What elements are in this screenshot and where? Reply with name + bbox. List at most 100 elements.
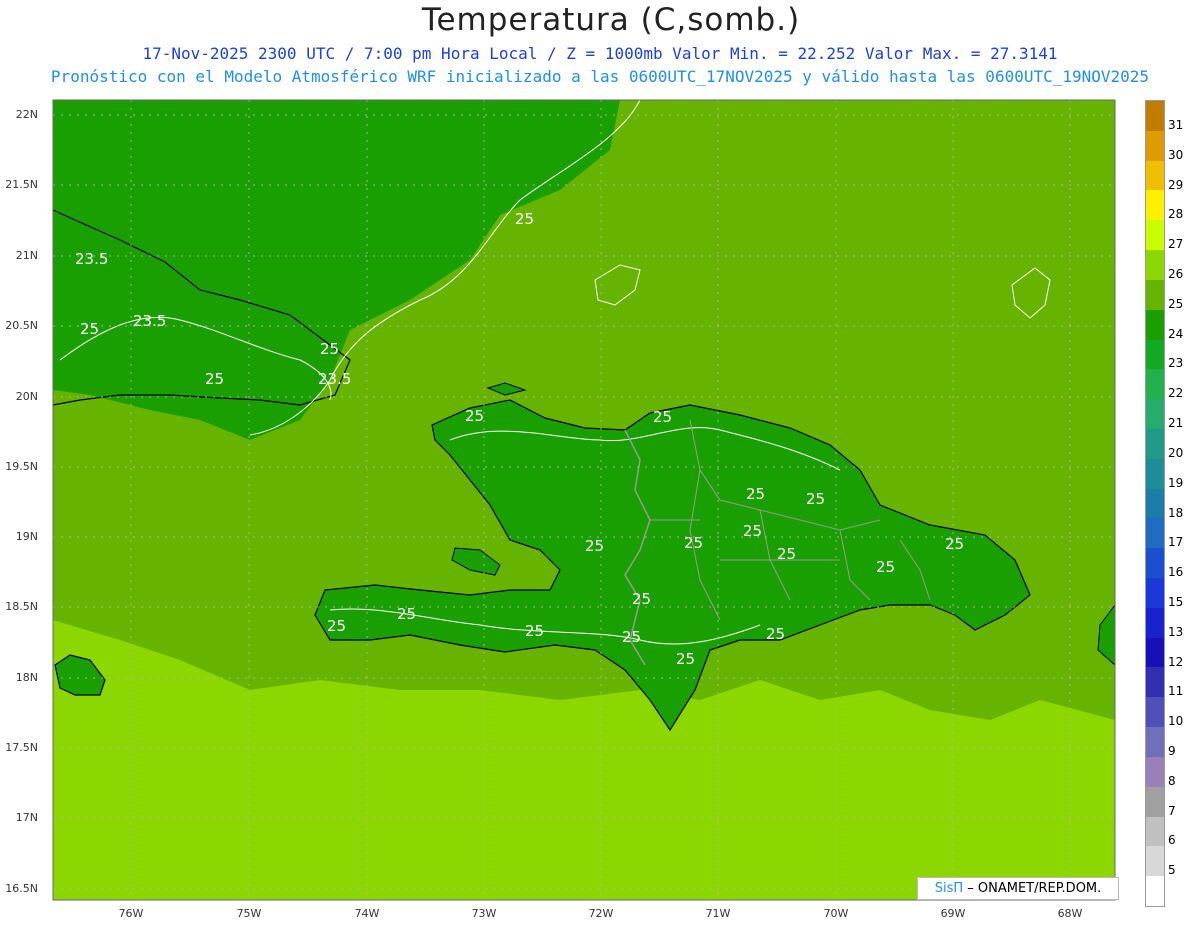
colorbar-label: 21 bbox=[1168, 416, 1184, 431]
colorbar-cell bbox=[1146, 846, 1164, 877]
colorbar-cell bbox=[1146, 607, 1164, 639]
latitude-label: 22N bbox=[15, 108, 38, 121]
colorbar-label: 11 bbox=[1168, 684, 1184, 699]
contour-label: 25 bbox=[684, 534, 704, 552]
longitude-label: 76W bbox=[118, 907, 144, 920]
colorbar-label: 13 bbox=[1168, 624, 1184, 639]
colorbar-cell bbox=[1146, 279, 1164, 311]
colorbar-cell bbox=[1146, 518, 1164, 549]
longitude-label: 71W bbox=[705, 907, 731, 920]
longitude-label: 69W bbox=[940, 907, 966, 920]
contour-label: 25 bbox=[205, 370, 225, 388]
latitude-label: 19.5N bbox=[5, 460, 38, 473]
longitude-label: 70W bbox=[823, 907, 849, 920]
colorbar-cell bbox=[1146, 220, 1164, 251]
credit-text: – ONAMET/REP.DOM. bbox=[963, 881, 1102, 896]
contour-label: 25 bbox=[632, 590, 652, 608]
latitude-label: 18N bbox=[15, 671, 38, 684]
colorbar-cell bbox=[1146, 756, 1164, 788]
colorbar-label: 25 bbox=[1168, 296, 1184, 311]
contour-label: 23.5 bbox=[75, 250, 109, 268]
latitude-label: 21N bbox=[15, 249, 38, 262]
contour-label: 25 bbox=[876, 558, 896, 576]
contour-label: 25 bbox=[806, 490, 826, 508]
colorbar-cell bbox=[1146, 399, 1164, 430]
colorbar-cell bbox=[1146, 488, 1164, 519]
contour-label: 25 bbox=[80, 320, 100, 338]
colorbar-cell bbox=[1146, 160, 1164, 191]
contour-label: 25 bbox=[327, 617, 347, 635]
latitude-label: 21.5N bbox=[5, 178, 38, 191]
colorbar-cell bbox=[1146, 727, 1164, 758]
latitude-label: 20N bbox=[15, 390, 38, 403]
colorbar-cell bbox=[1146, 309, 1164, 341]
contour-label: 25 bbox=[766, 625, 786, 643]
colorbar-cell bbox=[1146, 101, 1164, 132]
colorbar-cell bbox=[1146, 578, 1164, 609]
contour-label: 25 bbox=[945, 535, 965, 553]
contour-label: 25 bbox=[743, 522, 763, 540]
colorbar-label: 26 bbox=[1168, 266, 1184, 281]
contour-label: 25 bbox=[397, 605, 417, 623]
colorbar-cell bbox=[1146, 250, 1164, 281]
colorbar-label: 8 bbox=[1168, 773, 1176, 788]
latitude-label: 20.5N bbox=[5, 319, 38, 332]
contour-label: 25 bbox=[676, 650, 696, 668]
longitude-label: 74W bbox=[354, 907, 380, 920]
colorbar-cell bbox=[1146, 428, 1164, 460]
colorbar-label: 30 bbox=[1168, 147, 1184, 162]
colorbar-label: 28 bbox=[1168, 207, 1184, 222]
contour-label: 25 bbox=[622, 628, 642, 646]
colorbar-label: 7 bbox=[1168, 803, 1176, 818]
colorbar-label: 16 bbox=[1168, 565, 1184, 580]
colorbar-cell bbox=[1146, 667, 1164, 698]
colorbar-cell bbox=[1146, 876, 1164, 907]
colorbar-cell bbox=[1146, 190, 1164, 221]
colorbar-cell bbox=[1146, 816, 1164, 847]
contour-label: 23.5 bbox=[318, 370, 352, 388]
latitude-label: 17N bbox=[15, 811, 38, 824]
contour-label: 25 bbox=[525, 622, 545, 640]
colorbar-cell bbox=[1146, 369, 1164, 400]
longitude-label: 73W bbox=[471, 907, 497, 920]
colorbar-label: 31 bbox=[1168, 117, 1184, 132]
colorbar-label: 9 bbox=[1168, 744, 1176, 759]
colorbar-label: 12 bbox=[1168, 654, 1184, 669]
longitude-label: 75W bbox=[236, 907, 262, 920]
latitude-label: 19N bbox=[15, 530, 38, 543]
latitude-label: 17.5N bbox=[5, 741, 38, 754]
contour-label: 25 bbox=[585, 537, 605, 555]
colorbar-label: 15 bbox=[1168, 594, 1184, 609]
colorbar bbox=[1145, 100, 1165, 907]
colorbar-cell bbox=[1146, 548, 1164, 579]
contour-label: 25 bbox=[746, 485, 766, 503]
credit-brand: SisΠ bbox=[934, 881, 964, 896]
credit-box: SisΠ – ONAMET/REP.DOM. bbox=[917, 877, 1119, 900]
contour-label: 25 bbox=[653, 408, 673, 426]
colorbar-label: 20 bbox=[1168, 445, 1184, 460]
colorbar-label: 29 bbox=[1168, 177, 1184, 192]
temperature-map bbox=[52, 99, 1116, 901]
colorbar-label: 23 bbox=[1168, 356, 1184, 371]
colorbar-label: 22 bbox=[1168, 386, 1184, 401]
colorbar-cell bbox=[1146, 130, 1164, 162]
contour-label: 25 bbox=[515, 210, 535, 228]
contour-label: 25 bbox=[320, 340, 340, 358]
colorbar-label: 6 bbox=[1168, 833, 1176, 848]
contour-label: 25 bbox=[777, 545, 797, 563]
colorbar-cell bbox=[1146, 697, 1164, 728]
longitude-label: 72W bbox=[588, 907, 614, 920]
colorbar-cell bbox=[1146, 458, 1164, 490]
colorbar-cell bbox=[1146, 637, 1164, 668]
contour-label: 23.5 bbox=[133, 312, 167, 330]
colorbar-label: 10 bbox=[1168, 714, 1184, 729]
colorbar-label: 19 bbox=[1168, 475, 1184, 490]
colorbar-label: 18 bbox=[1168, 505, 1184, 520]
colorbar-label: 5 bbox=[1168, 863, 1176, 878]
colorbar-cell bbox=[1146, 786, 1164, 818]
colorbar-label: 17 bbox=[1168, 535, 1184, 550]
latitude-label: 16.5N bbox=[5, 882, 38, 895]
colorbar-label: 27 bbox=[1168, 237, 1184, 252]
colorbar-cell bbox=[1146, 339, 1164, 370]
longitude-label: 68W bbox=[1057, 907, 1083, 920]
